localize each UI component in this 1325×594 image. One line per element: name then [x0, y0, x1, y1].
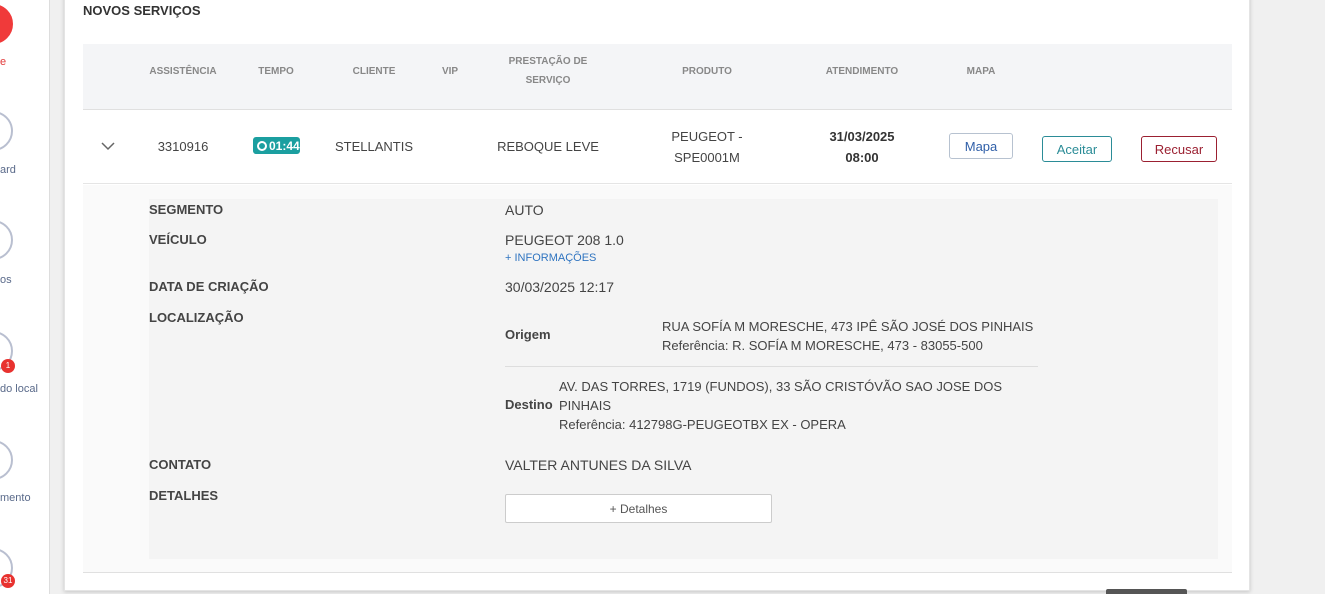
segment-label: SEGMENTO — [149, 202, 224, 217]
th-atendimento: ATENDIMENTO — [825, 66, 899, 77]
row-details-panel: SEGMENTO AUTO VEÍCULO PEUGEOT 208 1.0 + … — [83, 185, 1232, 573]
sidebar-item-label: e — [0, 56, 7, 68]
origin-reference: Referência: R. SOFÍA M MORESCHE, 473 - 8… — [662, 338, 983, 353]
destination-address-line2: PINHAIS — [559, 398, 612, 413]
client-name: STELLANTIS — [334, 139, 414, 154]
th-prestacao: PRESTAÇÃO DE SERVIÇO — [493, 52, 603, 90]
sidebar: e ard os 1 do local mento 31 — [0, 0, 50, 594]
notification-badge: 1 — [1, 359, 15, 373]
th-vip: VIP — [441, 66, 459, 77]
sidebar-icon: 31 — [0, 548, 15, 588]
creation-date-label: DATA DE CRIAÇÃO — [149, 279, 269, 294]
accept-button[interactable]: Aceitar — [1042, 136, 1112, 162]
creation-date-value: 30/03/2025 12:17 — [505, 279, 614, 295]
product: PEUGEOT - SPE0001M — [653, 126, 761, 168]
sidebar-item-label: ard — [0, 164, 16, 176]
notification-badge: 31 — [1, 574, 15, 588]
chevron-down-icon[interactable] — [101, 139, 115, 153]
clock-icon — [257, 140, 267, 151]
origin-address-line: RUA SOFÍA M MORESCHE, 473 IPÊ SÃO JOSÉ D… — [662, 319, 1034, 334]
sidebar-icon: 1 — [0, 331, 15, 373]
contact-value: VALTER ANTUNES DA SILVA — [505, 457, 692, 473]
sidebar-icon — [0, 4, 13, 44]
section-title: NOVOS SERVIÇOS — [83, 3, 201, 18]
table-header: ASSISTÊNCIA TEMPO CLIENTE VIP PRESTAÇÃO … — [83, 44, 1232, 110]
more-info-link[interactable]: + INFORMAÇÕES — [505, 252, 596, 264]
attendance-datetime: 31/03/2025 08:00 — [808, 126, 916, 168]
timer-badge: 01:44 — [253, 137, 300, 154]
product-line1: PEUGEOT - — [671, 129, 743, 144]
vehicle-value: PEUGEOT 208 1.0 — [505, 232, 624, 248]
sidebar-item-5[interactable]: 31 — [0, 548, 15, 588]
sidebar-item-0[interactable]: e — [0, 4, 13, 68]
sidebar-item-2[interactable]: os — [0, 220, 13, 286]
sidebar-item-3[interactable]: 1 do local — [0, 331, 38, 395]
th-prestacao-line1: PRESTAÇÃO DE — [508, 56, 588, 67]
th-cliente: CLIENTE — [352, 66, 396, 77]
location-divider — [505, 366, 1038, 367]
sidebar-item-label: do local — [0, 383, 38, 395]
contact-label: CONTATO — [149, 457, 212, 472]
sidebar-icon — [0, 111, 13, 151]
segment-value: AUTO — [505, 202, 544, 218]
new-services-card: NOVOS SERVIÇOS ASSISTÊNCIA TEMPO CLIENTE… — [64, 0, 1250, 591]
destination-label: Destino — [505, 397, 553, 412]
sidebar-icon — [0, 220, 13, 260]
sidebar-item-label: os — [0, 274, 12, 286]
th-assistencia: ASSISTÊNCIA — [149, 66, 217, 77]
destination-reference: Referência: 412798G-PEUGEOTBX EX - OPERA — [559, 417, 846, 432]
assistencia-number: 3310916 — [157, 139, 209, 154]
table-row[interactable]: 3310916 01:44 STELLANTIS REBOQUE LEVE PE… — [83, 111, 1232, 184]
th-produto: PRODUTO — [682, 66, 732, 77]
vehicle-label: VEÍCULO — [149, 232, 207, 247]
destination-address: AV. DAS TORRES, 1719 (FUNDOS), 33 SÃO CR… — [559, 377, 1002, 434]
th-mapa: MAPA — [966, 66, 996, 77]
service-type: REBOQUE LEVE — [497, 139, 599, 154]
sidebar-item-4[interactable]: mento — [0, 440, 31, 504]
product-line2: SPE0001M — [674, 150, 740, 165]
details-label: DETALHES — [149, 488, 219, 503]
sidebar-item-1[interactable]: ard — [0, 111, 16, 176]
bottom-handle — [1106, 589, 1187, 594]
destination-address-line1: AV. DAS TORRES, 1719 (FUNDOS), 33 SÃO CR… — [559, 379, 1003, 394]
location-label: LOCALIZAÇÃO — [149, 310, 244, 325]
sidebar-icon — [0, 440, 13, 480]
refuse-button[interactable]: Recusar — [1141, 136, 1217, 162]
origin-label: Origem — [505, 327, 551, 342]
timer-value: 01:44 — [269, 138, 300, 153]
sidebar-item-label: mento — [0, 492, 31, 504]
details-content: SEGMENTO AUTO VEÍCULO PEUGEOT 208 1.0 + … — [149, 199, 1218, 559]
attendance-time: 08:00 — [845, 150, 879, 165]
map-button[interactable]: Mapa — [949, 133, 1013, 159]
attendance-date: 31/03/2025 — [829, 129, 895, 144]
th-prestacao-line2: SERVIÇO — [525, 75, 571, 86]
origin-address: RUA SOFÍA M MORESCHE, 473 IPÊ SÃO JOSÉ D… — [662, 317, 1033, 355]
th-tempo: TEMPO — [258, 66, 294, 77]
more-details-button[interactable]: + Detalhes — [505, 494, 772, 523]
